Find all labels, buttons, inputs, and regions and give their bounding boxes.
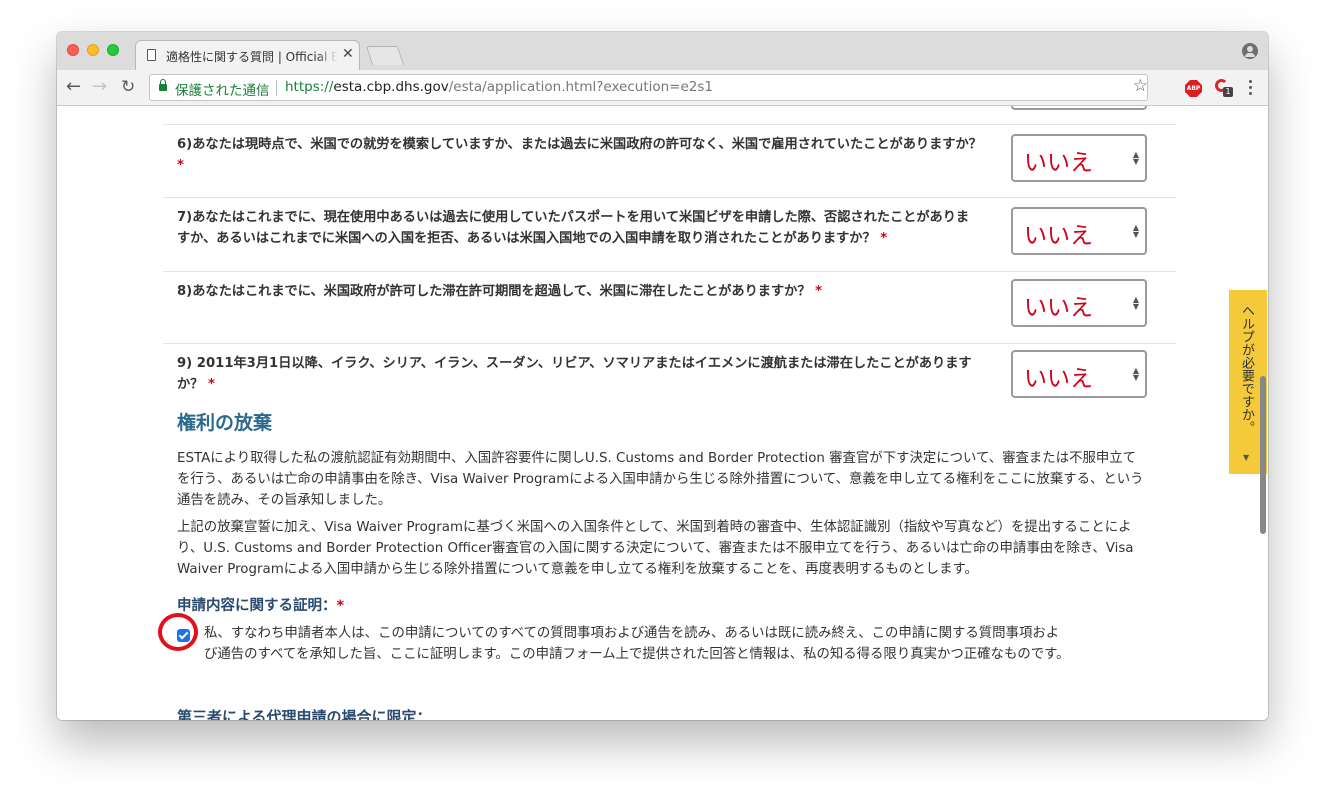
scrollbar-thumb[interactable] [1260, 376, 1266, 534]
tab-bar: 適格性に関する質問 | Official ESTA Application We… [57, 32, 1268, 70]
question-text: 9) 2011年3月1日以降、イラク、シリア、イラン、スーダン、リビア、ソマリア… [177, 353, 982, 395]
question-label: 6)あなたは現時点で、米国での就労を模索していますか、または過去に米国政府の許可… [177, 137, 982, 152]
select-arrows-icon: ▲ ▼ [1132, 295, 1139, 311]
reload-button[interactable]: ↻ [121, 76, 135, 98]
question-row: 6)あなたは現時点で、米国での就労を模索していますか、または過去に米国政府の許可… [163, 124, 1176, 197]
certification-label: 申請内容に関する証明：* [177, 594, 344, 615]
url-text[interactable]: https://esta.cbp.dhs.gov/esta/applicatio… [285, 79, 713, 95]
select-arrows-icon: ▲ ▼ [1132, 150, 1139, 166]
answer-select[interactable]: いいえ ▲ ▼ [1011, 134, 1147, 182]
answer-value: いいえ [1024, 295, 1093, 321]
question-label: 7)あなたはこれまでに、現在使用中あるいは過去に使用していたパスポートを用いて米… [177, 210, 970, 246]
bookmark-star-icon[interactable]: ☆ [1133, 76, 1148, 96]
select-arrows-icon: ▲ ▼ [1132, 366, 1139, 382]
select-arrows-icon: ▲ ▼ [1132, 223, 1139, 239]
url-host: esta.cbp.dhs.gov [333, 79, 449, 95]
question-text: 7)あなたはこれまでに、現在使用中あるいは過去に使用していたパスポートを用いて米… [177, 207, 982, 249]
address-separator [276, 80, 277, 96]
secure-connection-label[interactable]: 保護された通信 [175, 79, 270, 99]
section-title-waiver: 権利の放棄 [177, 412, 273, 434]
extension-badge: 1 [1223, 87, 1233, 97]
question-label: 9) 2011年3月1日以降、イラク、シリア、イラン、スーダン、リビア、ソマリア… [177, 356, 972, 392]
waiver-paragraph: ESTAにより取得した私の渡航認証有効期間中、入国許容要件に関しU.S. Cus… [177, 451, 1144, 508]
question-row: 9) 2011年3月1日以降、イラク、シリア、イラン、スーダン、リビア、ソマリア… [163, 343, 1176, 406]
page-icon [147, 49, 156, 61]
adblock-icon[interactable]: ABP [1185, 80, 1202, 97]
browser-toolbar: ← → ↻ 保護された通信 https://esta.cbp.dhs.gov/e… [57, 70, 1268, 106]
next-section-heading: 第三者による代理申請の場合に限定： [177, 708, 432, 720]
tab-close-icon[interactable]: ✕ [342, 46, 354, 62]
question-text: 8)あなたはこれまでに、米国政府が許可した滞在許可期間を超過して、米国に滞在した… [177, 281, 982, 302]
menu-icon[interactable] [1249, 80, 1252, 98]
url-scheme: https:// [285, 79, 334, 95]
maximize-window-button[interactable] [107, 44, 119, 56]
answer-value: いいえ [1024, 366, 1093, 392]
previous-answer-select[interactable] [1011, 106, 1147, 110]
required-marker: * [207, 377, 215, 392]
profile-icon[interactable] [1242, 43, 1258, 59]
waiver-paragraph: 上記の放棄宣誓に加え、Visa Waiver Programに基づく米国への入国… [177, 520, 1134, 577]
extension-icon[interactable]: 1 [1215, 79, 1233, 97]
forward-button[interactable]: → [92, 76, 107, 98]
highlight-circle [158, 613, 198, 651]
help-tab-label: ヘルプが必要ですか。 [1239, 304, 1254, 434]
lock-icon [159, 79, 167, 91]
help-arrow-icon: ▼ [1243, 453, 1250, 462]
required-marker: * [177, 158, 184, 173]
url-path: /esta/application.html?execution=e2s1 [448, 79, 714, 95]
question-row: 8)あなたはこれまでに、米国政府が許可した滞在許可期間を超過して、米国に滞在した… [163, 271, 1176, 344]
certification-label-text: 申請内容に関する証明： [177, 598, 337, 614]
back-button[interactable]: ← [66, 76, 81, 98]
required-marker: * [815, 284, 823, 299]
required-marker: * [880, 231, 888, 246]
browser-tab[interactable]: 適格性に関する質問 | Official ESTA Application We… [135, 40, 360, 70]
question-row: 7)あなたはこれまでに、現在使用中あるいは過去に使用していたパスポートを用いて米… [163, 197, 1176, 271]
answer-select[interactable]: いいえ ▲ ▼ [1011, 207, 1147, 255]
minimize-window-button[interactable] [87, 44, 99, 56]
answer-value: いいえ [1024, 150, 1093, 176]
question-text: 6)あなたは現時点で、米国での就労を模索していますか、または過去に米国政府の許可… [177, 134, 982, 176]
browser-window: 適格性に関する質問 | Official ESTA Application We… [57, 32, 1268, 720]
required-marker: * [336, 598, 345, 614]
answer-value: いいえ [1024, 223, 1093, 249]
address-bar[interactable]: 保護された通信 https://esta.cbp.dhs.gov/esta/ap… [149, 74, 1148, 101]
page-content: 6)あなたは現時点で、米国での就労を模索していますか、または過去に米国政府の許可… [57, 106, 1268, 720]
answer-select[interactable]: いいえ ▲ ▼ [1011, 279, 1147, 327]
close-window-button[interactable] [67, 44, 79, 56]
answer-select[interactable]: いいえ ▲ ▼ [1011, 350, 1147, 398]
question-label: 8)あなたはこれまでに、米国政府が許可した滞在許可期間を超過して、米国に滞在した… [177, 284, 811, 299]
tab-title: 適格性に関する質問 | Official ESTA Application We… [166, 48, 338, 65]
certification-text: 私、すなわち申請者本人は、この申請についてのすべての質問事項および通告を読み、あ… [204, 626, 1070, 662]
new-tab-button[interactable] [365, 46, 405, 65]
